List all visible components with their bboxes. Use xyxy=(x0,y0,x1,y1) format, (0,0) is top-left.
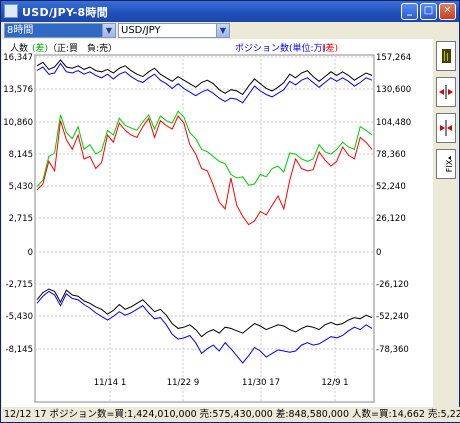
series-lines xyxy=(36,59,373,364)
pair-select-value: USD/JPY xyxy=(121,25,161,36)
x-tick-label: 11/30 17 xyxy=(242,378,280,388)
left-tick-label: 10,860 xyxy=(3,118,33,128)
side-toolbar: FIX xyxy=(433,39,459,407)
period-select[interactable]: 8時間 ▼ xyxy=(4,23,116,38)
close-button[interactable]: ✕ xyxy=(439,3,456,20)
chevron-down-icon[interactable]: ▼ xyxy=(102,24,115,37)
sell-people-line xyxy=(36,62,373,104)
expand-horizontal-icon xyxy=(439,85,453,99)
legend-right-label: ポジション数(単位:万) xyxy=(235,42,326,54)
zoom-in-button[interactable] xyxy=(436,113,456,143)
left-tick-label: -8,145 xyxy=(6,345,33,355)
x-tick-label: 11/14 1 xyxy=(94,378,127,388)
position-chart: 人数 (差) （正:買 負:売） ポジション数(単位:万) (差) 16,347… xyxy=(3,42,411,403)
right-axis: 157,264 130,600 104,480 78,360 52,240 26,120 0… xyxy=(376,53,411,355)
maximize-button[interactable]: □ xyxy=(420,3,437,20)
chart-area[interactable]: 人数 (差) （正:買 負:売） ポジション数(単位:万) (差) 16,347… xyxy=(2,39,433,407)
left-tick-label: -2,715 xyxy=(6,280,33,290)
left-axis: 16,347 13,576 10,860 8,145 5,430 2,715 0 -2,715… xyxy=(3,53,33,355)
compress-horizontal-icon xyxy=(440,120,452,136)
right-tick-label: 52,240 xyxy=(376,182,406,192)
window-title: USD/JPY-8時間 xyxy=(22,6,109,19)
toolbar: 8時間 ▼ USD/JPY ▼ xyxy=(2,22,458,39)
title-bar[interactable]: USD/JPY-8時間 _ □ ✕ xyxy=(1,1,459,22)
fix-button[interactable]: FIX xyxy=(436,149,456,179)
right-tick-label: 130,600 xyxy=(376,85,411,95)
fix-icon: FIX xyxy=(445,156,454,172)
left-tick-label: 2,715 xyxy=(9,214,33,224)
x-tick-label: 11/22 9 xyxy=(167,378,200,388)
app-icon xyxy=(4,4,18,18)
legend-left-tag: (差) xyxy=(32,42,48,54)
right-tick-label: 157,264 xyxy=(376,53,411,63)
right-tick-label: -26,120 xyxy=(376,280,409,290)
left-tick-label: 0 xyxy=(28,248,33,258)
right-tick-label: 0 xyxy=(376,248,381,258)
legend-right-tag: (差) xyxy=(322,42,338,54)
left-tick-label: 5,430 xyxy=(9,182,33,192)
right-tick-label: -78,360 xyxy=(376,345,409,355)
chart-type-button[interactable] xyxy=(436,41,456,71)
right-tick-label: 26,120 xyxy=(376,214,406,224)
svg-text:FIX: FIX xyxy=(445,159,454,172)
x-axis: 11/14 1 11/22 9 11/30 17 12/9 1 xyxy=(94,378,349,388)
minimize-button[interactable]: _ xyxy=(401,3,418,20)
left-tick-label: 16,347 xyxy=(3,53,33,63)
pair-select[interactable]: USD/JPY ▼ xyxy=(118,23,230,38)
legend-sign-note: （正:買 負:売） xyxy=(48,42,117,54)
x-tick-label: 12/9 1 xyxy=(321,378,348,388)
right-tick-label: -52,240 xyxy=(376,312,409,322)
plot-frame xyxy=(34,54,375,403)
right-tick-label: 104,480 xyxy=(376,118,411,128)
app-window: USD/JPY-8時間 _ □ ✕ 8時間 ▼ USD/JPY ▼ 人数 (差)… xyxy=(0,0,460,423)
period-select-value: 8時間 xyxy=(7,25,34,36)
status-bar: 12/12 17 ポジション数=買:1,424,010,000 売:575,43… xyxy=(2,407,460,422)
grid xyxy=(35,55,374,402)
left-tick-label: -5,430 xyxy=(6,312,33,322)
zoom-horizontal-button[interactable] xyxy=(436,77,456,107)
bar-chart-icon xyxy=(442,49,451,63)
chart-legend: 人数 (差) （正:買 負:売） ポジション数(単位:万) (差) xyxy=(10,42,338,54)
chevron-down-icon[interactable]: ▼ xyxy=(216,24,229,37)
left-tick-label: 8,145 xyxy=(9,150,33,160)
buy-position-line xyxy=(36,288,373,338)
right-tick-label: 78,360 xyxy=(376,150,406,160)
diff-position-line xyxy=(36,115,373,226)
left-tick-label: 13,576 xyxy=(3,85,33,95)
